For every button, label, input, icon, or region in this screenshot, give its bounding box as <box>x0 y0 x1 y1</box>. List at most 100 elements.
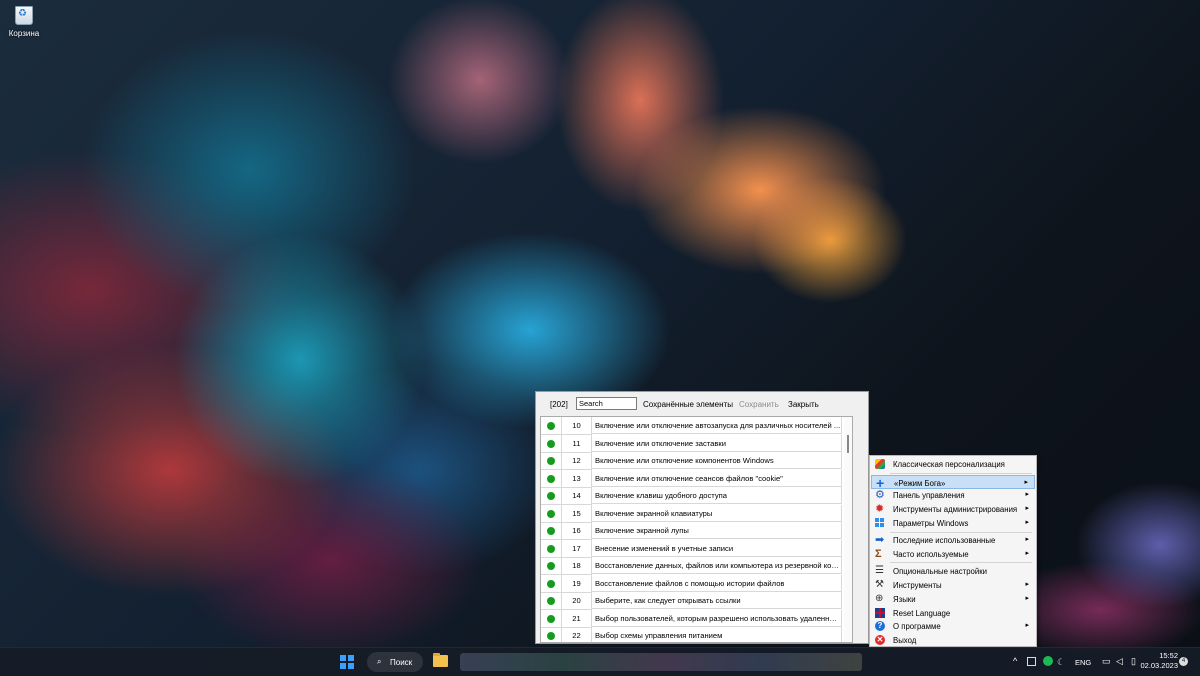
status-dot-icon <box>547 527 555 535</box>
exit-icon: ✕ <box>875 635 885 645</box>
taskbar: ⌕ Поиск ^ ☾ ENG ▭ ◁ ▯ 15:52 02.03.2023 4 <box>0 647 1200 676</box>
menu-item-label: Инструменты администрирования <box>893 505 1018 514</box>
list-row-16[interactable]: 16 Включение экранной лупы <box>541 522 843 540</box>
search-input[interactable] <box>576 397 637 410</box>
status-dot-icon <box>547 439 555 448</box>
menu-item-label: Параметры Windows <box>893 519 969 528</box>
menu-item-label: Часто используемые <box>893 550 969 559</box>
menu-item-label: Выход <box>893 636 917 645</box>
list-row-20[interactable]: 20 Выберите, как следует открывать ссылк… <box>541 592 843 610</box>
row-label: Включение или отключение компонентов Win… <box>592 452 842 469</box>
row-number: 21 <box>562 609 592 628</box>
settings-list[interactable]: 10 Включение или отключение автозапуска … <box>540 416 853 643</box>
control-panel-gear-icon: ⚙ <box>875 489 885 501</box>
row-label: Восстановление данных, файлов или компью… <box>592 557 842 574</box>
submenu-arrow-icon: ▸ <box>1025 622 1029 629</box>
menu-item-tools[interactable]: ⚒ Инструменты ▸ <box>871 578 1035 592</box>
menu-item-languages[interactable]: ⊕ Языки ▸ <box>871 592 1035 606</box>
list-row-21[interactable]: 21 Выбор пользователей, которым разрешен… <box>541 609 843 628</box>
list-toolbar: [202] Сохранённые элементы Сохранить Зак… <box>536 396 868 412</box>
tray-app-icon[interactable] <box>1027 657 1036 666</box>
file-explorer-icon[interactable] <box>433 653 448 667</box>
row-label: Выбор схемы управления питанием <box>592 627 842 642</box>
network-icon[interactable]: ▭ <box>1102 656 1111 667</box>
menu-item-label: «Режим Бога» <box>894 479 946 488</box>
row-label: Выбор пользователей, которым разрешено и… <box>592 609 842 627</box>
menu-separator <box>890 562 1032 563</box>
notification-badge[interactable]: 4 <box>1179 657 1188 666</box>
row-label: Включение или отключение сеансов файлов … <box>592 469 842 487</box>
row-number: 14 <box>562 487 592 505</box>
status-dot-icon <box>547 509 555 518</box>
sigma-icon: Σ <box>875 548 882 560</box>
menu-item-god-mode[interactable]: + «Режим Бога» ▸ <box>871 475 1035 491</box>
tray-green-app-icon[interactable] <box>1043 656 1053 666</box>
item-count: [202] <box>550 400 568 409</box>
submenu-arrow-icon: ▸ <box>1025 595 1029 602</box>
row-number: 17 <box>562 539 592 558</box>
row-number: 13 <box>562 469 592 488</box>
row-number: 19 <box>562 574 592 593</box>
start-button[interactable] <box>340 655 354 669</box>
arrow-right-icon: ➡ <box>875 534 885 546</box>
tray-moon-icon[interactable]: ☾ <box>1057 657 1065 668</box>
clock-date[interactable]: 02.03.2023 <box>1137 661 1178 671</box>
list-row-14[interactable]: 14 Включение клавиш удобного доступа <box>541 487 843 505</box>
volume-icon[interactable]: ◁ <box>1116 656 1123 667</box>
list-row-19[interactable]: 19 Восстановление файлов с помощью истор… <box>541 574 843 593</box>
battery-icon[interactable]: ▯ <box>1131 656 1136 667</box>
status-dot-icon <box>547 597 555 605</box>
status-dot-icon <box>547 562 555 570</box>
close-button[interactable]: Закрыть <box>788 400 819 409</box>
menu-item-optional-settings[interactable]: ☰ Опциональные настройки <box>871 564 1035 578</box>
taskbar-pinned-apps[interactable] <box>460 653 862 671</box>
list-scrollbar[interactable] <box>844 417 852 642</box>
row-number: 20 <box>562 592 592 610</box>
menu-separator <box>890 473 1032 474</box>
list-row-11[interactable]: 11 Включение или отключение заставки <box>541 434 843 453</box>
save-button[interactable]: Сохранить <box>739 400 779 409</box>
row-number: 10 <box>562 417 592 435</box>
saved-items-button[interactable]: Сохранённые элементы <box>643 400 733 409</box>
show-hidden-icons-chevron-icon[interactable]: ^ <box>1013 656 1017 666</box>
menu-item-label: Языки <box>893 595 916 604</box>
menu-item-recent[interactable]: ➡ Последние использованные ▸ <box>871 533 1035 547</box>
window-scrollbar[interactable] <box>855 416 867 643</box>
taskbar-search-button[interactable]: ⌕ Поиск <box>367 652 423 672</box>
list-row-10[interactable]: 10 Включение или отключение автозапуска … <box>541 417 843 435</box>
row-number: 12 <box>562 452 592 470</box>
list-row-15[interactable]: 15 Включение экранной клавиатуры <box>541 504 843 523</box>
menu-item-label: Опциональные настройки <box>893 567 988 576</box>
list-row-18[interactable]: 18 Восстановление данных, файлов или ком… <box>541 557 843 575</box>
submenu-arrow-icon: ▸ <box>1025 581 1029 588</box>
clock-time[interactable]: 15:52 <box>1150 651 1178 661</box>
list-row-17[interactable]: 17 Внесение изменений в учетные записи <box>541 539 843 558</box>
language-indicator[interactable]: ENG <box>1075 658 1091 667</box>
menu-item-admin-tools[interactable]: ✹ Инструменты администрирования ▸ <box>871 502 1035 516</box>
status-dot-icon <box>547 457 555 465</box>
menu-item-label: Последние использованные <box>893 536 996 545</box>
status-dot-icon <box>547 474 555 483</box>
plus-icon: + <box>876 475 885 491</box>
list-row-12[interactable]: 12 Включение или отключение компонентов … <box>541 452 843 470</box>
menu-item-control-panel[interactable]: ⚙ Панель управления ▸ <box>871 488 1035 502</box>
status-dot-icon <box>547 632 555 640</box>
row-label: Включение или отключение заставки <box>592 434 842 452</box>
list-row-22[interactable]: 22 Выбор схемы управления питанием <box>541 627 843 642</box>
submenu-arrow-icon: ▸ <box>1025 550 1029 557</box>
menu-item-classic-personalization[interactable]: Классическая персонализация <box>871 457 1035 471</box>
menu-item-reset-language[interactable]: Reset Language <box>871 606 1035 620</box>
menu-item-about[interactable]: ? О программе ▸ <box>871 619 1035 633</box>
menu-item-frequent[interactable]: Σ Часто используемые ▸ <box>871 547 1035 561</box>
menu-item-windows-settings[interactable]: Параметры Windows ▸ <box>871 516 1035 530</box>
list-scrollbar-thumb[interactable] <box>847 435 849 453</box>
row-label: Внесение изменений в учетные записи <box>592 539 842 557</box>
search-icon: ⌕ <box>377 657 382 666</box>
list-row-13[interactable]: 13 Включение или отключение сеансов файл… <box>541 469 843 488</box>
row-label: Включение или отключение автозапуска для… <box>592 417 842 434</box>
menu-item-exit[interactable]: ✕ Выход <box>871 633 1035 647</box>
recycle-bin-shortcut[interactable]: Корзина <box>4 4 44 38</box>
status-dot-icon <box>547 544 555 553</box>
row-label: Восстановление файлов с помощью истории … <box>592 574 842 592</box>
uk-flag-icon <box>875 608 885 618</box>
